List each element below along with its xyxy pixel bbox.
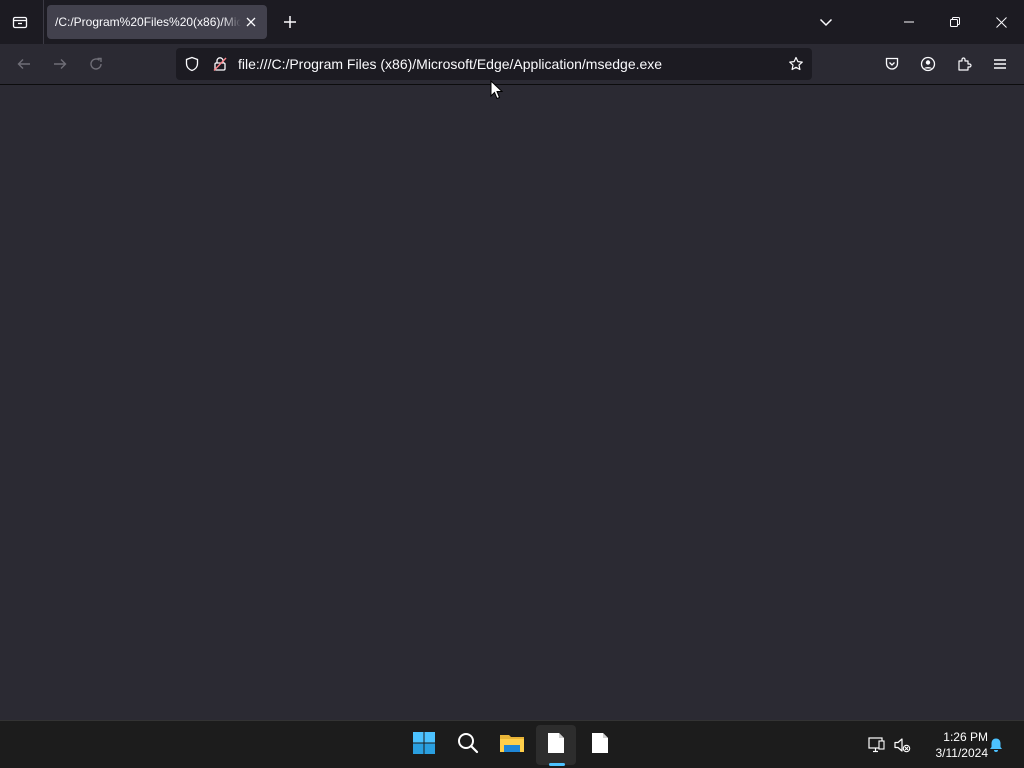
tab-list-icon: [12, 14, 28, 30]
star-icon: [788, 56, 804, 72]
restore-button[interactable]: [932, 0, 978, 44]
tab-separator: [43, 0, 44, 44]
network-icon: [867, 736, 885, 754]
list-all-tabs-button[interactable]: [810, 6, 842, 38]
active-app-indicator: [549, 763, 565, 766]
clock-date: 3/11/2024: [935, 746, 989, 760]
mouse-pointer: [490, 79, 504, 100]
plus-icon: [283, 15, 297, 29]
extensions-button[interactable]: [948, 48, 980, 80]
volume-tray-button[interactable]: [890, 733, 914, 757]
close-tab-button[interactable]: [241, 12, 261, 32]
url-text[interactable]: file:///C:/Program Files (x86)/Microsoft…: [238, 56, 662, 72]
minimize-icon: [904, 17, 914, 27]
document-icon: [591, 732, 609, 759]
chevron-down-icon: [819, 15, 833, 29]
taskbar-app-document-2[interactable]: [580, 725, 620, 765]
taskbar: 1:26 PM 3/11/2024: [0, 720, 1024, 768]
minimize-button[interactable]: [886, 0, 932, 44]
app-menu-button[interactable]: [984, 48, 1016, 80]
pocket-button[interactable]: [876, 48, 908, 80]
address-bar[interactable]: file:///C:/Program Files (x86)/Microsoft…: [176, 48, 812, 80]
search-icon: [456, 731, 480, 760]
forward-arrow-icon: [52, 56, 68, 72]
site-info-button[interactable]: [208, 52, 232, 76]
notifications-button[interactable]: [984, 733, 1008, 757]
account-icon: [920, 56, 936, 72]
back-button[interactable]: [8, 48, 40, 80]
start-button[interactable]: [404, 725, 444, 765]
page-content[interactable]: [0, 86, 1024, 720]
close-icon: [995, 16, 1007, 28]
windows-start-icon: [412, 731, 436, 760]
close-icon: [245, 16, 257, 28]
active-tab[interactable]: /C:/Program%20Files%20(x86)/Microsoft/Ed…: [47, 5, 267, 39]
file-explorer-button[interactable]: [492, 725, 532, 765]
back-arrow-icon: [16, 56, 32, 72]
document-icon: [547, 732, 565, 759]
clock-time: 1:26 PM: [943, 730, 988, 744]
search-button[interactable]: [448, 725, 488, 765]
new-tab-button[interactable]: [274, 6, 306, 38]
shield-icon: [184, 56, 200, 72]
broken-lock-icon: [212, 56, 228, 72]
bell-icon: [988, 737, 1004, 753]
taskbar-app-document[interactable]: [536, 725, 576, 765]
tab-title: /C:/Program%20Files%20(x86)/Microsoft/Ed…: [55, 15, 241, 29]
taskbar-clock[interactable]: 1:26 PM 3/11/2024: [918, 729, 989, 763]
folder-icon: [499, 731, 525, 760]
pocket-icon: [884, 56, 900, 72]
tab-strip: /C:/Program%20Files%20(x86)/Microsoft/Ed…: [0, 0, 1024, 44]
tracking-protection-button[interactable]: [180, 52, 204, 76]
navigation-toolbar: file:///C:/Program Files (x86)/Microsoft…: [0, 44, 1024, 85]
forward-button[interactable]: [44, 48, 76, 80]
tab-list-button[interactable]: [4, 6, 36, 38]
reload-icon: [88, 56, 104, 72]
puzzle-icon: [956, 56, 972, 72]
restore-icon: [950, 17, 960, 27]
volume-muted-icon: [893, 736, 911, 754]
account-button[interactable]: [912, 48, 944, 80]
network-tray-button[interactable]: [864, 733, 888, 757]
reload-button[interactable]: [80, 48, 112, 80]
bookmark-page-button[interactable]: [784, 52, 808, 76]
hamburger-icon: [992, 56, 1008, 72]
close-window-button[interactable]: [978, 0, 1024, 44]
